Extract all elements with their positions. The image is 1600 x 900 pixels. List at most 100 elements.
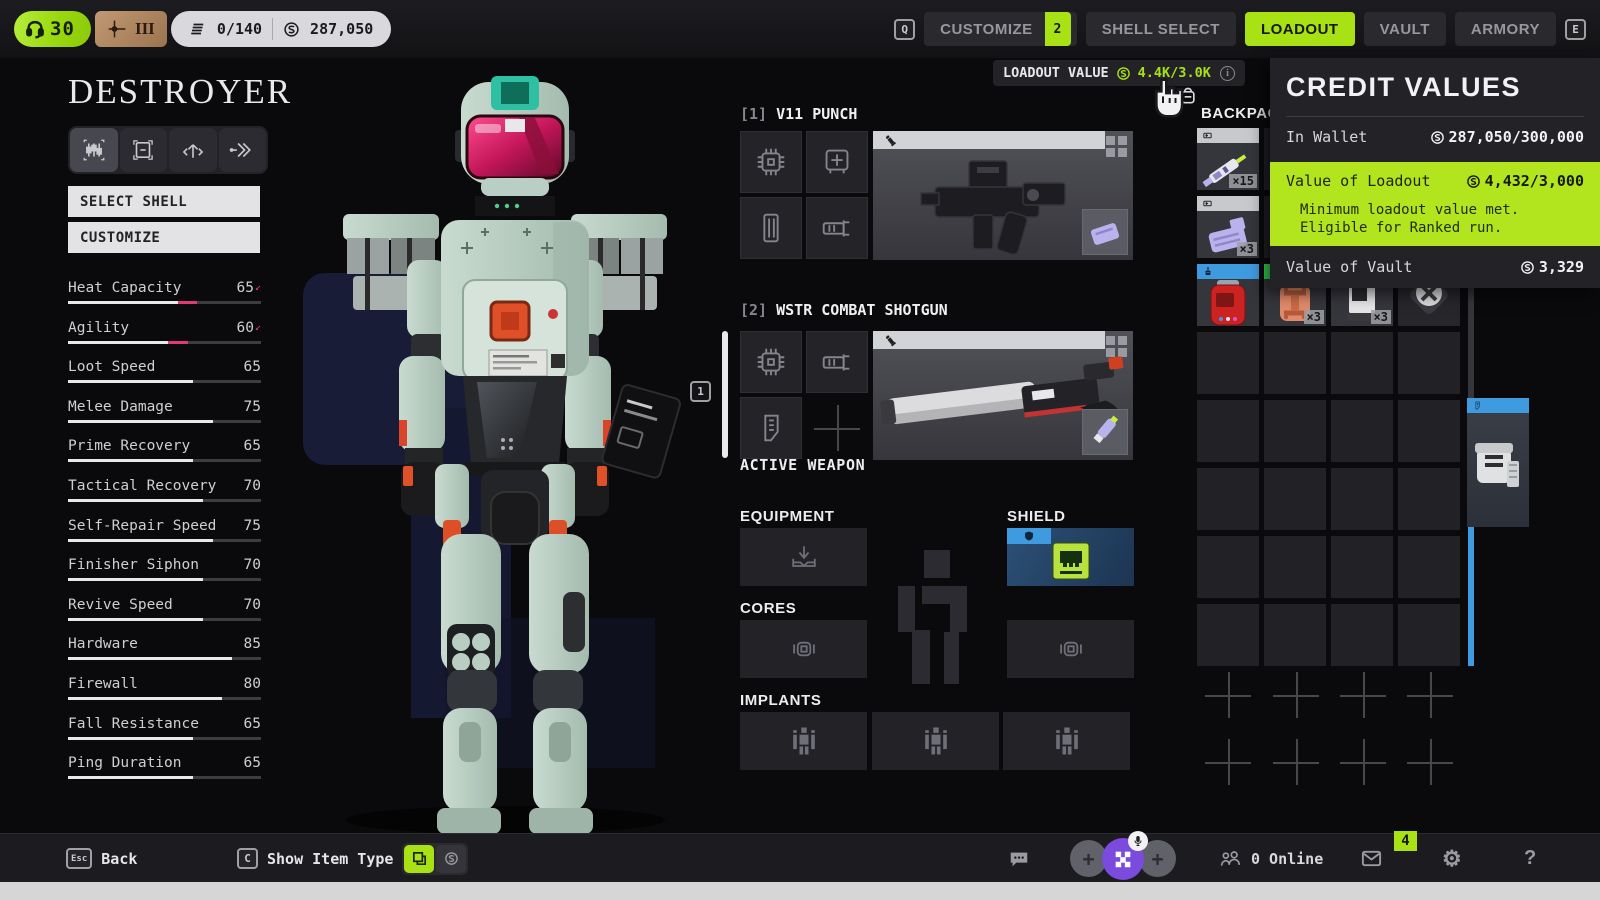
backpack-cell[interactable] xyxy=(1331,332,1393,394)
item-type-toggle-group[interactable] xyxy=(402,843,468,875)
tab-customize[interactable]: CUSTOMIZE 2 xyxy=(924,12,1077,46)
implant-icon xyxy=(1049,723,1085,759)
weapon2-mod-muzzle-slot[interactable] xyxy=(806,331,868,393)
backpack-cell[interactable] xyxy=(1264,400,1326,462)
upgrade-view-button[interactable] xyxy=(169,128,217,172)
stat-bar xyxy=(68,341,261,344)
item-count: ×15 xyxy=(1229,174,1257,188)
core-slot-1[interactable] xyxy=(740,620,867,678)
credit-values-panel: CREDIT VALUES In Wallet 287,050/300,000 … xyxy=(1270,58,1600,288)
stat-bar xyxy=(68,657,261,660)
equipment-slot[interactable] xyxy=(740,528,867,586)
loadout-value-label: LOADOUT VALUE xyxy=(1003,65,1109,81)
backpack-item-defibrillator[interactable] xyxy=(1197,264,1259,326)
back-label: Back xyxy=(101,850,137,868)
stat-row: Fall Resistance65↙ xyxy=(68,716,261,740)
weapon2-mod-chip-slot[interactable] xyxy=(740,331,802,393)
weapon2-empty-mod-slot[interactable] xyxy=(814,405,860,451)
settings-button[interactable]: ⚙ xyxy=(1442,834,1462,883)
backpack-cell[interactable] xyxy=(1197,332,1259,394)
tab-armory[interactable]: ARMORY xyxy=(1455,12,1556,46)
backpack-cell[interactable] xyxy=(1264,604,1326,666)
show-item-type-toggle[interactable]: C Show Item Type xyxy=(237,834,468,883)
backpack-cell[interactable] xyxy=(1197,400,1259,462)
implants-label: IMPLANTS xyxy=(740,692,821,709)
player-avatar[interactable] xyxy=(1102,838,1144,880)
sliders-icon xyxy=(81,137,107,163)
divider xyxy=(272,18,273,40)
backpack-item-ammo-box[interactable] xyxy=(1467,398,1529,527)
right-arrows-icon xyxy=(229,137,255,163)
stat-row: Heat Capacity65↙ xyxy=(68,280,261,304)
backpack-item-magazine[interactable]: ×3 xyxy=(1197,196,1259,258)
backpack-scrollbar-thumb[interactable] xyxy=(1468,527,1474,666)
tab-label: LOADOUT xyxy=(1261,21,1339,38)
backpack-item-syringe[interactable]: ×15 xyxy=(1197,128,1259,190)
stat-decrease-icon: ↙ xyxy=(255,282,261,293)
shield-slot[interactable] xyxy=(1007,528,1134,586)
item-value-view[interactable] xyxy=(436,845,466,873)
weapon2-preview[interactable] xyxy=(873,331,1133,460)
implant-slot-3[interactable] xyxy=(1003,712,1130,770)
help-button[interactable]: ? xyxy=(1524,834,1536,883)
credits-icon xyxy=(1430,130,1445,145)
hip-pack xyxy=(601,384,681,479)
weapon2-name: WSTR COMBAT SHOTGUN xyxy=(776,301,948,319)
backpack-cell[interactable] xyxy=(1331,400,1393,462)
inspect-view-button[interactable] xyxy=(120,128,168,172)
tab-shell-select[interactable]: SHELL SELECT xyxy=(1086,12,1236,46)
backpack-cell[interactable] xyxy=(1264,332,1326,394)
weapon1-ammo-mod[interactable] xyxy=(1082,209,1128,255)
chat-button[interactable] xyxy=(1008,834,1030,883)
stat-name: Hardware xyxy=(68,636,138,652)
tab-vault[interactable]: VAULT xyxy=(1364,12,1446,46)
weapon2-mod-magazine-slot[interactable] xyxy=(740,397,802,459)
tab-loadout[interactable]: LOADOUT xyxy=(1245,12,1355,46)
weapon1-mod-muzzle-slot[interactable] xyxy=(806,197,868,259)
stat-name: Fall Resistance xyxy=(68,716,199,732)
backpack-cell[interactable] xyxy=(1398,468,1460,530)
locked-slot xyxy=(1340,672,1386,718)
show-item-type-label: Show Item Type xyxy=(267,850,393,868)
mail-button[interactable] xyxy=(1360,834,1383,883)
backpack-cell[interactable] xyxy=(1398,332,1460,394)
stat-name: Finisher Siphon xyxy=(68,557,199,573)
stat-value: 60 xyxy=(237,320,254,336)
item-type-icon-view[interactable] xyxy=(404,845,434,873)
backpack-cell[interactable] xyxy=(1331,604,1393,666)
value-of-vault-label: Value of Vault xyxy=(1286,258,1412,276)
backpack-cell[interactable] xyxy=(1398,536,1460,598)
backpack-cell[interactable] xyxy=(1331,536,1393,598)
weapon1-mod-sight-slot[interactable] xyxy=(806,131,868,193)
deploy-view-button[interactable] xyxy=(219,128,267,172)
weapon2-ammo-mod[interactable] xyxy=(1082,409,1128,455)
loadout-content: DESTROYER SELECT SHELL CUSTOMIZE Heat Ca… xyxy=(0,58,1600,833)
info-icon[interactable]: i xyxy=(1220,66,1235,81)
weapon1-mod-magazine-slot[interactable] xyxy=(740,197,802,259)
backpack-cell[interactable] xyxy=(1197,536,1259,598)
muzzle-icon xyxy=(818,343,856,381)
implant-slot-2[interactable] xyxy=(872,712,999,770)
backpack-cell[interactable] xyxy=(1398,400,1460,462)
customize-shell-button[interactable]: CUSTOMIZE xyxy=(68,222,260,253)
stat-row: Self-Repair Speed75↙ xyxy=(68,518,261,542)
implant-slot-1[interactable] xyxy=(740,712,867,770)
back-button[interactable]: Esc Back xyxy=(66,834,137,883)
shell-mod-icon xyxy=(1085,412,1125,452)
backpack-cell[interactable] xyxy=(1197,604,1259,666)
core-slot-2[interactable] xyxy=(1007,620,1134,678)
backpack-cell[interactable] xyxy=(1331,468,1393,530)
backpack-cell[interactable] xyxy=(1264,468,1326,530)
backpack-cell[interactable] xyxy=(1197,468,1259,530)
backpack-cell[interactable] xyxy=(1398,604,1460,666)
weapon1-preview[interactable] xyxy=(873,131,1133,260)
select-shell-button[interactable]: SELECT SHELL xyxy=(68,186,260,217)
stats-view-button[interactable] xyxy=(70,128,118,172)
people-icon xyxy=(1218,849,1242,869)
weapon1-mod-chip-slot[interactable] xyxy=(740,131,802,193)
backpack-cell[interactable] xyxy=(1264,536,1326,598)
shield-label: SHIELD xyxy=(1007,508,1066,525)
stat-bar xyxy=(68,380,261,383)
muzzle-icon xyxy=(818,209,856,247)
key-hint-prev: Q xyxy=(894,19,915,40)
